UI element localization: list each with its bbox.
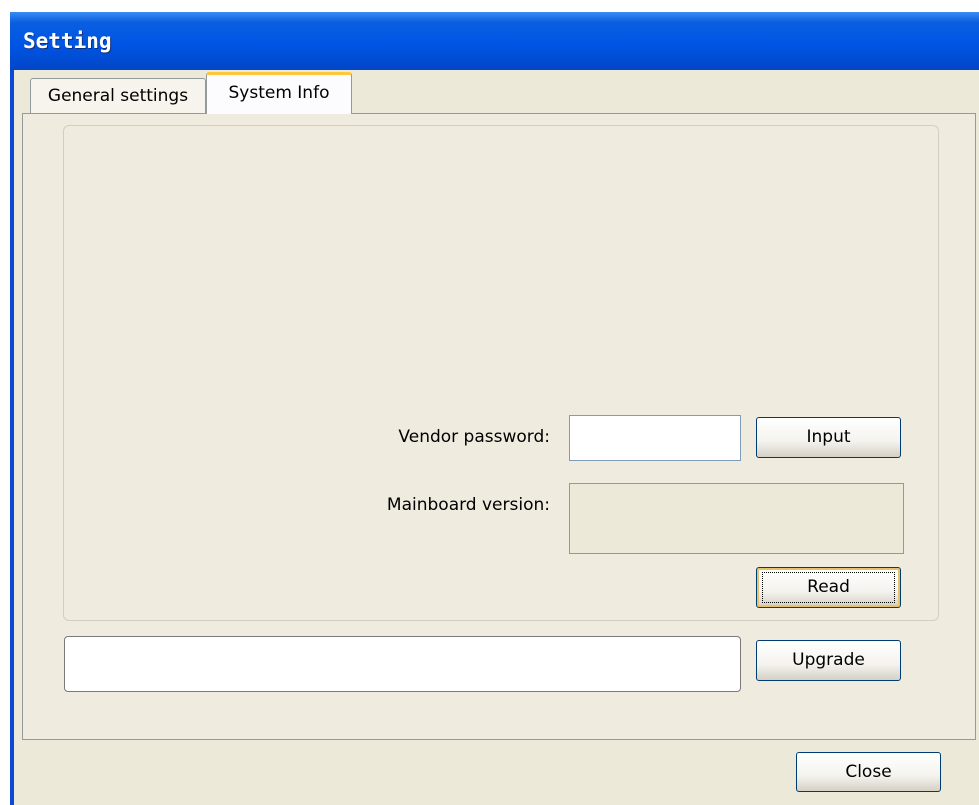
window-title: Setting [23, 29, 112, 53]
vendor-password-input[interactable] [569, 415, 741, 461]
tab-general-settings-label: General settings [47, 86, 189, 106]
read-button-label: Read [807, 577, 850, 597]
input-button[interactable]: Input [756, 417, 901, 458]
upgrade-button[interactable]: Upgrade [756, 640, 901, 681]
title-bar[interactable]: Setting [10, 12, 979, 70]
mainboard-version-label: Mainboard version: [386, 495, 550, 515]
close-button[interactable]: Close [796, 752, 941, 792]
tab-system-info[interactable]: System Info [206, 72, 352, 114]
tab-general-settings[interactable]: General settings [30, 78, 206, 113]
window-frame-left [10, 70, 14, 805]
upgrade-file-field[interactable] [64, 636, 741, 692]
read-button[interactable]: Read [756, 567, 901, 608]
tab-system-info-label: System Info [228, 83, 330, 103]
mainboard-version-field [569, 483, 904, 554]
setting-window: Setting General settings System Info Ven… [10, 12, 979, 805]
vendor-password-label: Vendor password: [398, 427, 550, 447]
